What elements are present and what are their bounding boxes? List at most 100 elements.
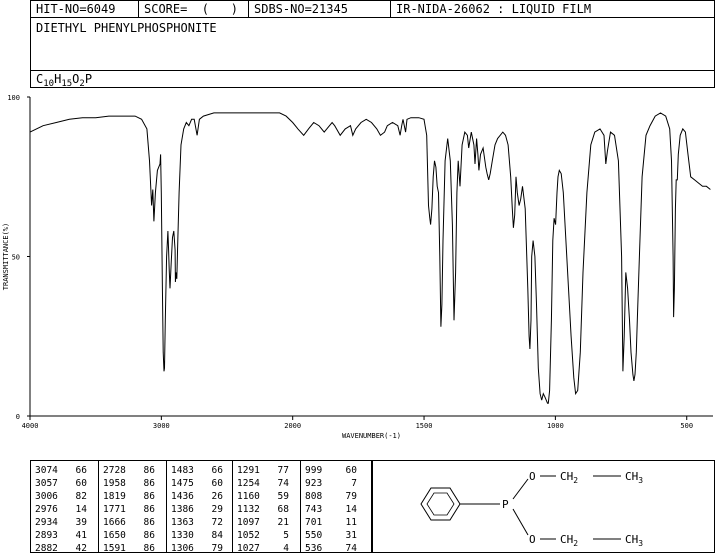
peak-transmittance: 26 bbox=[211, 491, 223, 502]
peak-row: 1650 86 bbox=[103, 529, 166, 542]
peak-transmittance: 31 bbox=[345, 530, 357, 541]
peak-row: 1666 86 bbox=[103, 516, 166, 529]
peak-row: 1475 60 bbox=[171, 477, 232, 490]
peak-transmittance: 42 bbox=[75, 543, 87, 554]
peak-wavenumber: 3006 bbox=[35, 491, 58, 502]
phosphorus-atom: P bbox=[502, 498, 509, 511]
peak-wavenumber: 3074 bbox=[35, 465, 58, 476]
peak-transmittance: 86 bbox=[143, 530, 155, 541]
lower-ch2: CH2 bbox=[560, 533, 578, 548]
peak-row: 1436 26 bbox=[171, 490, 232, 503]
peak-row: 3057 60 bbox=[35, 477, 98, 490]
peak-transmittance: 86 bbox=[143, 504, 155, 515]
peak-transmittance: 66 bbox=[211, 465, 223, 476]
peak-row: 1132 68 bbox=[237, 503, 300, 516]
peak-transmittance: 86 bbox=[143, 491, 155, 502]
p-lower-o-bond bbox=[512, 508, 529, 536]
upper-oxygen: O bbox=[529, 470, 536, 483]
peak-transmittance: 86 bbox=[143, 543, 155, 554]
peak-row: 2934 39 bbox=[35, 516, 98, 529]
peak-transmittance: 86 bbox=[143, 517, 155, 528]
peak-wavenumber: 923 bbox=[305, 478, 323, 489]
peak-row: 1330 84 bbox=[171, 529, 232, 542]
peak-transmittance: 60 bbox=[345, 465, 357, 476]
peak-column: 1483 66 1475 60 1436 26 1386 29 1363 72 1330 84 1306… bbox=[167, 461, 233, 555]
chart-ticks: 4000 3000 2000 1500 1000 500 0 50 100 bbox=[7, 94, 693, 430]
peak-transmittance: 74 bbox=[277, 478, 289, 489]
formula-box: C10H15O2P bbox=[30, 70, 715, 89]
peak-wavenumber: 2728 bbox=[103, 465, 126, 476]
peak-transmittance: 60 bbox=[211, 478, 223, 489]
x-tick-label: 4000 bbox=[22, 422, 39, 430]
peak-row: 701 11 bbox=[305, 516, 371, 529]
peak-wavenumber: 1436 bbox=[171, 491, 194, 502]
peak-column: 2728 86 1958 86 1819 86 1771 86 1666 86 1650 86 1591… bbox=[99, 461, 167, 555]
peak-transmittance: 4 bbox=[283, 543, 289, 554]
x-tick-label: 500 bbox=[680, 422, 693, 430]
peak-transmittance: 74 bbox=[345, 543, 357, 554]
peak-table: 3074 66 3057 60 3006 82 2976 14 2934 39 2893 41 2882… bbox=[30, 460, 372, 555]
peak-wavenumber: 1771 bbox=[103, 504, 126, 515]
peak-row: 1052 5 bbox=[237, 529, 300, 542]
peak-transmittance: 60 bbox=[75, 478, 87, 489]
peak-wavenumber: 808 bbox=[305, 491, 323, 502]
peak-row: 1160 59 bbox=[237, 490, 300, 503]
benzene-inner-ring bbox=[426, 492, 455, 516]
structure-box: P O CH2 CH3 O CH2 CH3 bbox=[372, 460, 715, 553]
molecular-formula: C10H15O2P bbox=[36, 72, 93, 89]
peak-wavenumber: 1306 bbox=[171, 543, 194, 554]
peak-wavenumber: 2882 bbox=[35, 543, 58, 554]
peak-wavenumber: 536 bbox=[305, 543, 323, 554]
y-tick-label: 0 bbox=[16, 413, 20, 421]
peak-transmittance: 7 bbox=[351, 478, 357, 489]
x-tick-label: 1000 bbox=[547, 422, 564, 430]
peak-row: 1027 4 bbox=[237, 542, 300, 555]
peak-wavenumber: 3057 bbox=[35, 478, 58, 489]
ir-nida: IR-NIDA-26062 : LIQUID FILM bbox=[396, 2, 592, 16]
lower-ch3: CH3 bbox=[625, 533, 643, 548]
peak-transmittance: 77 bbox=[277, 465, 289, 476]
peak-row: 536 74 bbox=[305, 542, 371, 555]
peak-wavenumber: 701 bbox=[305, 517, 323, 528]
chart-axes bbox=[29, 97, 713, 417]
peak-row: 1591 86 bbox=[103, 542, 166, 555]
peak-row: 1363 72 bbox=[171, 516, 232, 529]
peak-wavenumber: 2976 bbox=[35, 504, 58, 515]
compound-name-box: DIETHYL PHENYLPHOSPHONITE bbox=[30, 17, 715, 71]
x-tick-label: 3000 bbox=[153, 422, 170, 430]
peak-row: 1097 21 bbox=[237, 516, 300, 529]
structure-diagram: P O CH2 CH3 O CH2 CH3 bbox=[420, 470, 643, 548]
peak-column: 1291 77 1254 74 1160 59 1132 68 1097 21 1052 5 1027 4 bbox=[233, 461, 301, 555]
peak-row: 1306 79 bbox=[171, 542, 232, 555]
compound-name: DIETHYL PHENYLPHOSPHONITE bbox=[36, 21, 217, 35]
peak-wavenumber: 1254 bbox=[237, 478, 260, 489]
peak-row: 1958 86 bbox=[103, 477, 166, 490]
peak-wavenumber: 1591 bbox=[103, 543, 126, 554]
peak-transmittance: 82 bbox=[75, 491, 87, 502]
peak-transmittance: 86 bbox=[143, 478, 155, 489]
peak-wavenumber: 743 bbox=[305, 504, 323, 515]
peak-row: 3006 82 bbox=[35, 490, 98, 503]
peak-row: 2728 86 bbox=[103, 464, 166, 477]
peak-transmittance: 66 bbox=[75, 465, 87, 476]
peak-transmittance: 72 bbox=[211, 517, 223, 528]
peak-row: 3074 66 bbox=[35, 464, 98, 477]
peak-column: 999 60 923 7 808 79 743 14 701 11 550 31 536 74 bbox=[301, 461, 371, 555]
spectrum-line bbox=[29, 112, 711, 404]
peak-wavenumber: 1386 bbox=[171, 504, 194, 515]
peak-row: 1254 74 bbox=[237, 477, 300, 490]
peak-wavenumber: 1958 bbox=[103, 478, 126, 489]
peak-wavenumber: 1475 bbox=[171, 478, 194, 489]
peak-wavenumber: 2893 bbox=[35, 530, 58, 541]
y-axis-label: TRANSMITTANCE(%) bbox=[2, 223, 10, 290]
peak-row: 1483 66 bbox=[171, 464, 232, 477]
upper-ch2: CH2 bbox=[560, 470, 578, 485]
formula-element: P bbox=[84, 72, 93, 86]
peak-row: 2976 14 bbox=[35, 503, 98, 516]
peak-transmittance: 59 bbox=[277, 491, 289, 502]
peak-row: 743 14 bbox=[305, 503, 371, 516]
peak-transmittance: 5 bbox=[283, 530, 289, 541]
x-tick-label: 1500 bbox=[416, 422, 433, 430]
peak-wavenumber: 1097 bbox=[237, 517, 260, 528]
peak-transmittance: 68 bbox=[277, 504, 289, 515]
